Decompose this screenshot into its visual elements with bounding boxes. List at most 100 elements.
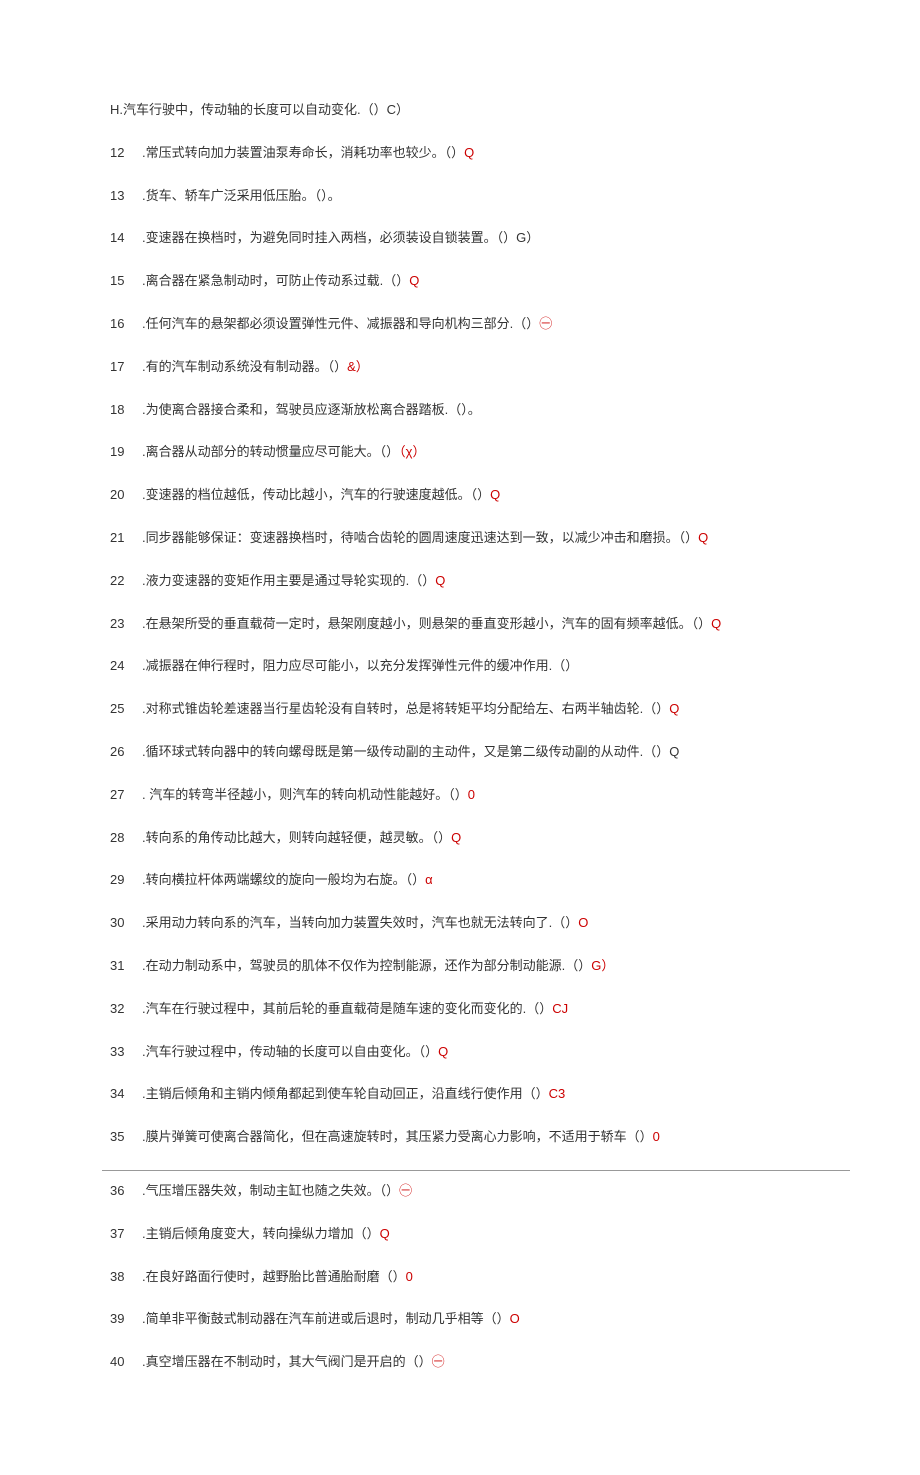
question-item: 22.液力变速器的变矩作用主要是通过导轮实现的.（）Q — [110, 571, 810, 592]
answer-mark: O — [510, 1311, 520, 1326]
question-body: .有的汽车制动系统没有制动器。（） — [142, 359, 347, 374]
question-text: .在悬架所受的垂直载荷一定时，悬架刚度越小，则悬架的垂直变形越小，汽车的固有频率… — [142, 614, 810, 635]
question-text: .同步器能够保证：变速器换档时，待啮合齿轮的圆周速度迅速达到一致，以减少冲击和磨… — [142, 528, 810, 549]
question-text: .任何汽车的悬架都必须设置弹性元件、减振器和导向机构三部分.（）㊀ — [142, 314, 810, 335]
question-text: .减振器在伸行程时，阻力应尽可能小，以充分发挥弹性元件的缓冲作用.（） — [142, 656, 810, 677]
answer-mark: G） — [591, 958, 614, 973]
question-text: .货车、轿车广泛采用低压胎。（）。 — [142, 186, 810, 207]
question-body: .常压式转向加力装置油泵寿命长，消耗功率也较少。（） — [142, 145, 464, 160]
question-item: 21.同步器能够保证：变速器换档时，待啮合齿轮的圆周速度迅速达到一致，以减少冲击… — [110, 528, 810, 549]
question-number: 17 — [110, 357, 142, 378]
answer-mark: Q — [409, 273, 419, 288]
answer-mark: Q — [380, 1226, 390, 1241]
question-body: .真空增压器在不制动时，其大气阀门是开启的（） — [142, 1354, 432, 1369]
question-body: .任何汽车的悬架都必须设置弹性元件、减振器和导向机构三部分.（） — [142, 316, 539, 331]
question-number: 28 — [110, 828, 142, 849]
question-text: .采用动力转向系的汽车，当转向加力装置失效时，汽车也就无法转向了.（）O — [142, 913, 810, 934]
question-text: .膜片弹簧可使离合器简化，但在高速旋转时，其压紧力受离心力影响，不适用于轿车（）… — [142, 1127, 810, 1148]
question-body: .汽车行驶过程中，传动轴的长度可以自由变化。（） — [142, 1044, 438, 1059]
question-item: 25.对称式锥齿轮差速器当行星齿轮没有自转时，总是将转矩平均分配给左、右两半轴齿… — [110, 699, 810, 720]
question-number: 29 — [110, 870, 142, 891]
question-number: 26 — [110, 742, 142, 763]
question-item: 37.主销后倾角度变大，转向操纵力增加（）Q — [110, 1224, 810, 1245]
question-number: 34 — [110, 1084, 142, 1105]
question-text: .真空增压器在不制动时，其大气阀门是开启的（）㊀ — [142, 1352, 810, 1373]
question-text: .转向系的角传动比越大，则转向越轻便，越灵敏。（）Q — [142, 828, 810, 849]
question-body: .在悬架所受的垂直载荷一定时，悬架刚度越小，则悬架的垂直变形越小，汽车的固有频率… — [142, 616, 711, 631]
question-item: 18.为使离合器接合柔和，驾驶员应逐渐放松离合器踏板.（）。 — [110, 400, 810, 421]
question-text: .有的汽车制动系统没有制动器。（）&） — [142, 357, 810, 378]
question-number: 33 — [110, 1042, 142, 1063]
question-item: 32.汽车在行驶过程中，其前后轮的垂直载荷是随车速的变化而变化的.（）CJ — [110, 999, 810, 1020]
question-number: 38 — [110, 1267, 142, 1288]
question-body: .液力变速器的变矩作用主要是通过导轮实现的.（） — [142, 573, 435, 588]
question-item: 33.汽车行驶过程中，传动轴的长度可以自由变化。（）Q — [110, 1042, 810, 1063]
section-divider — [102, 1170, 850, 1171]
question-item: 28.转向系的角传动比越大，则转向越轻便，越灵敏。（）Q — [110, 828, 810, 849]
question-item: 40.真空增压器在不制动时，其大气阀门是开启的（）㊀ — [110, 1352, 810, 1373]
question-item: 34.主销后倾角和主销内倾角都起到使车轮自动回正，沿直线行使作用（）C3 — [110, 1084, 810, 1105]
question-body: .减振器在伸行程时，阻力应尽可能小，以充分发挥弹性元件的缓冲作用.（） — [142, 658, 578, 673]
question-number: 40 — [110, 1352, 142, 1373]
answer-mark: Q — [711, 616, 721, 631]
question-number: 21 — [110, 528, 142, 549]
question-number: 24 — [110, 656, 142, 677]
question-item: 31.在动力制动系中，驾驶员的肌体不仅作为控制能源，还作为部分制动能源.（）G） — [110, 956, 810, 977]
question-body: .在良好路面行使时，越野胎比普通胎耐磨（） — [142, 1269, 406, 1284]
question-body: .采用动力转向系的汽车，当转向加力装置失效时，汽车也就无法转向了.（） — [142, 915, 578, 930]
question-item: 38.在良好路面行使时，越野胎比普通胎耐磨（）0 — [110, 1267, 810, 1288]
question-item: 17.有的汽车制动系统没有制动器。（）&） — [110, 357, 810, 378]
question-number: 20 — [110, 485, 142, 506]
question-text: .变速器的档位越低，传动比越小，汽车的行驶速度越低。（）Q — [142, 485, 810, 506]
question-item: 23.在悬架所受的垂直载荷一定时，悬架刚度越小，则悬架的垂直变形越小，汽车的固有… — [110, 614, 810, 635]
answer-mark: Q — [451, 830, 461, 845]
question-body: .主销后倾角度变大，转向操纵力增加（） — [142, 1226, 380, 1241]
question-body: .转向系的角传动比越大，则转向越轻便，越灵敏。（） — [142, 830, 451, 845]
question-body: .主销后倾角和主销内倾角都起到使车轮自动回正，沿直线行使作用（） — [142, 1086, 549, 1101]
question-item: 12.常压式转向加力装置油泵寿命长，消耗功率也较少。（）Q — [110, 143, 810, 164]
question-text: .在良好路面行使时，越野胎比普通胎耐磨（）0 — [142, 1267, 810, 1288]
question-body: .货车、轿车广泛采用低压胎。（）。 — [142, 188, 341, 203]
question-number: 36 — [110, 1181, 142, 1202]
question-body: .汽车行驶中，传动轴的长度可以自动变化.（）C） — [119, 102, 409, 117]
question-item: 39.简单非平衡鼓式制动器在汽车前进或后退时，制动几乎相等（）O — [110, 1309, 810, 1330]
question-number: 14 — [110, 228, 142, 249]
question-text: .简单非平衡鼓式制动器在汽车前进或后退时，制动几乎相等（）O — [142, 1309, 810, 1330]
question-item: 14.变速器在换档时，为避免同时挂入两档，必须装设自锁装置。（）G） — [110, 228, 810, 249]
question-text: .汽车行驶过程中，传动轴的长度可以自由变化。（）Q — [142, 1042, 810, 1063]
question-item: 36.气压增压器失效，制动主缸也随之失效。（）㊀ — [110, 1181, 810, 1202]
question-body: .膜片弹簧可使离合器简化，但在高速旋转时，其压紧力受离心力影响，不适用于轿车（） — [142, 1129, 653, 1144]
question-text: .为使离合器接合柔和，驾驶员应逐渐放松离合器踏板.（）。 — [142, 400, 810, 421]
question-item: 24.减振器在伸行程时，阻力应尽可能小，以充分发挥弹性元件的缓冲作用.（） — [110, 656, 810, 677]
question-number: 31 — [110, 956, 142, 977]
answer-mark: Q — [669, 701, 679, 716]
answer-mark: ㊀ — [539, 316, 552, 331]
question-text: .离合器在紧急制动时，可防止传动系过载.（）Q — [142, 271, 810, 292]
question-text: .常压式转向加力装置油泵寿命长，消耗功率也较少。（）Q — [142, 143, 810, 164]
question-body: .循环球式转向器中的转向螺母既是第一级传动副的主动件，又是第二级传动副的从动件.… — [142, 744, 679, 759]
question-number: 39 — [110, 1309, 142, 1330]
answer-mark: α — [425, 872, 433, 887]
question-number: 15 — [110, 271, 142, 292]
answer-mark: Q — [435, 573, 445, 588]
question-item: 35.膜片弹簧可使离合器简化，但在高速旋转时，其压紧力受离心力影响，不适用于轿车… — [110, 1127, 810, 1148]
question-body: . 汽车的转弯半径越小，则汽车的转向机动性能越好。（） — [142, 787, 468, 802]
question-text: .离合器从动部分的转动惯量应尽可能大。（）（χ） — [142, 442, 810, 463]
answer-mark: O — [578, 915, 588, 930]
answer-mark: &） — [347, 359, 369, 374]
question-text: .汽车行驶中，传动轴的长度可以自动变化.（）C） — [119, 100, 810, 121]
question-item: 20.变速器的档位越低，传动比越小，汽车的行驶速度越低。（）Q — [110, 485, 810, 506]
question-body: .气压增压器失效，制动主缸也随之失效。（） — [142, 1183, 399, 1198]
question-number: 22 — [110, 571, 142, 592]
question-item: 26.循环球式转向器中的转向螺母既是第一级传动副的主动件，又是第二级传动副的从动… — [110, 742, 810, 763]
answer-mark: Q — [490, 487, 500, 502]
question-body: .汽车在行驶过程中，其前后轮的垂直载荷是随车速的变化而变化的.（） — [142, 1001, 552, 1016]
question-body: .离合器从动部分的转动惯量应尽可能大。（） — [142, 444, 399, 459]
question-number: 18 — [110, 400, 142, 421]
question-number: H — [110, 100, 119, 121]
question-text: .转向横拉杆体两端螺纹的旋向一般均为右旋。（）α — [142, 870, 810, 891]
question-text: .变速器在换档时，为避免同时挂入两档，必须装设自锁装置。（）G） — [142, 228, 810, 249]
question-body: .同步器能够保证：变速器换档时，待啮合齿轮的圆周速度迅速达到一致，以减少冲击和磨… — [142, 530, 698, 545]
question-number: 35 — [110, 1127, 142, 1148]
answer-mark: 0 — [468, 787, 475, 802]
